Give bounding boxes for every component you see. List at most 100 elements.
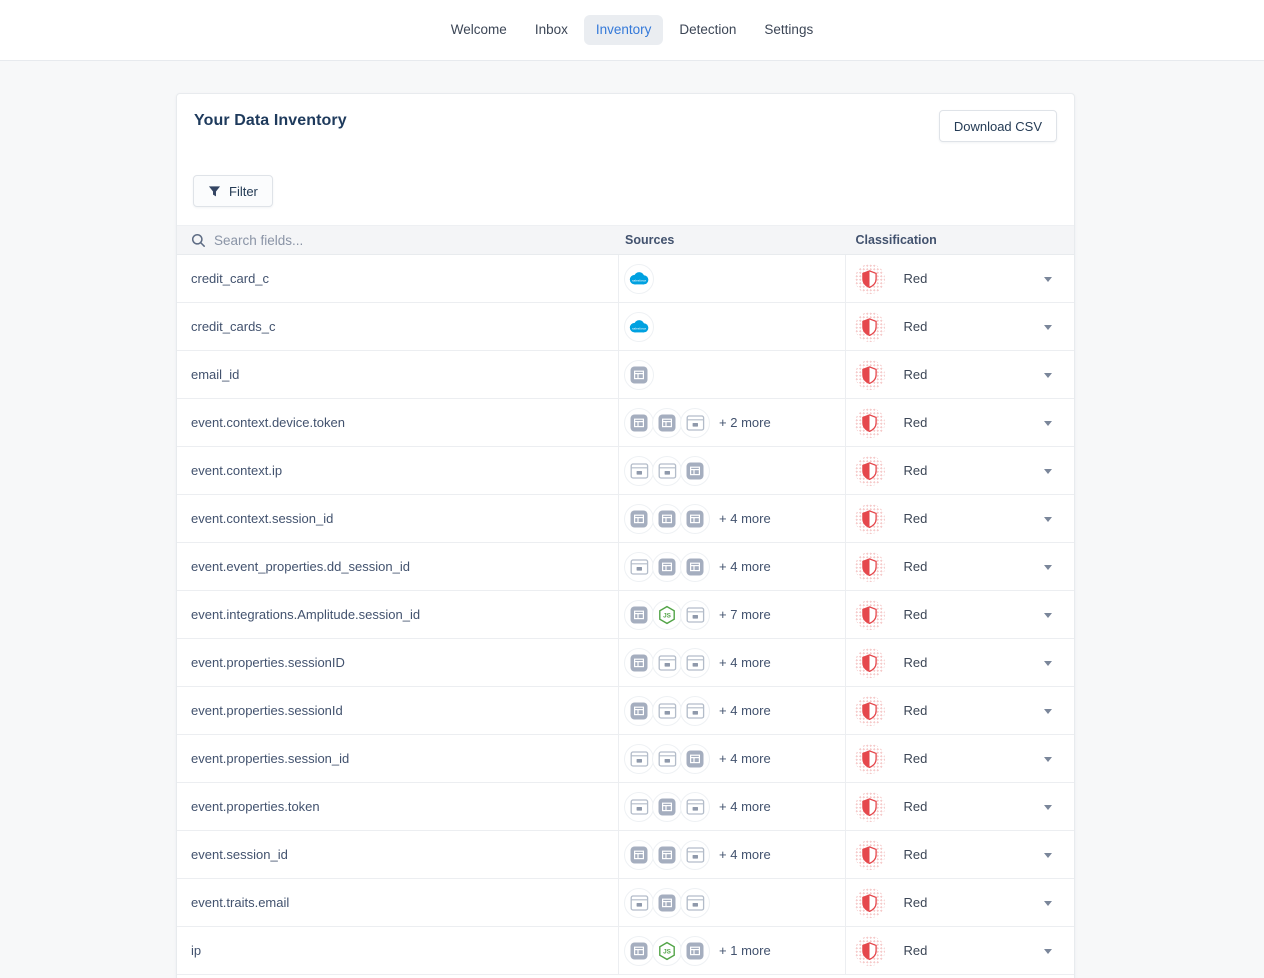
table-row[interactable]: event.properties.session_id + 4 more Red xyxy=(177,735,1074,783)
download-csv-button[interactable]: Download CSV xyxy=(939,110,1057,142)
more-sources-label: + 4 more xyxy=(719,655,771,670)
classification-label: Red xyxy=(904,463,928,478)
sources-cell xyxy=(619,351,846,398)
field-name: event.context.session_id xyxy=(177,495,619,542)
window-filled-icon xyxy=(624,648,654,678)
table-row[interactable]: event.properties.sessionID + 4 more Red xyxy=(177,639,1074,687)
classification-label: Red xyxy=(904,751,928,766)
tab-welcome[interactable]: Welcome xyxy=(439,15,519,45)
classification-select[interactable]: Red xyxy=(846,783,1074,830)
field-name: event.context.device.token xyxy=(177,399,619,446)
classification-label: Red xyxy=(904,895,928,910)
salesforce-icon: salesforce xyxy=(624,312,654,342)
classification-select[interactable]: Red xyxy=(846,255,1074,302)
table-row[interactable]: credit_card_c salesforce Red xyxy=(177,255,1074,303)
table-row[interactable]: event.properties.token+ 4 moreRed xyxy=(177,783,1074,831)
classification-cell: Red xyxy=(846,927,1074,974)
classification-select[interactable]: Red xyxy=(846,447,1074,494)
table-row[interactable]: event.event_properties.dd_session_id+ 4 … xyxy=(177,543,1074,591)
field-name: event.properties.sessionID xyxy=(177,639,619,686)
field-name: event.event_properties.dd_session_id xyxy=(177,543,619,590)
more-sources-label: + 4 more xyxy=(719,511,771,526)
shield-icon xyxy=(855,840,885,870)
page-title: Your Data Inventory xyxy=(194,112,347,130)
tab-inventory[interactable]: Inventory xyxy=(584,15,664,45)
table-row[interactable]: event.session_id + 4 more Red xyxy=(177,831,1074,879)
classification-label: Red xyxy=(904,367,928,382)
window-filled-icon xyxy=(680,744,710,774)
window-outline-icon xyxy=(624,744,654,774)
chevron-down-icon xyxy=(1044,853,1052,858)
classification-select[interactable]: Red xyxy=(846,735,1074,782)
classification-select[interactable]: Red xyxy=(846,591,1074,638)
table-row[interactable]: event.context.ip Red xyxy=(177,447,1074,495)
table-row[interactable]: credit_cards_csalesforce Red xyxy=(177,303,1074,351)
classification-select[interactable]: Red xyxy=(846,879,1074,926)
field-name: event.session_id xyxy=(177,831,619,878)
svg-text:salesforce: salesforce xyxy=(632,278,646,282)
window-filled-icon xyxy=(652,792,682,822)
table-row[interactable]: event.properties.sessionId+ 4 more Red xyxy=(177,687,1074,735)
shield-icon xyxy=(855,408,885,438)
chevron-down-icon xyxy=(1044,421,1052,426)
field-name: credit_cards_c xyxy=(177,303,619,350)
field-name: event.context.ip xyxy=(177,447,619,494)
classification-label: Red xyxy=(904,943,928,958)
sources-column-header: Sources xyxy=(619,226,845,254)
classification-cell: Red xyxy=(846,591,1074,638)
window-outline-icon xyxy=(652,696,682,726)
chevron-down-icon xyxy=(1044,517,1052,522)
window-filled-icon xyxy=(680,936,710,966)
more-sources-label: + 4 more xyxy=(719,799,771,814)
chevron-down-icon xyxy=(1044,277,1052,282)
classification-label: Red xyxy=(904,511,928,526)
classification-cell: Red xyxy=(846,495,1074,542)
classification-select[interactable]: Red xyxy=(846,303,1074,350)
field-name: event.properties.sessionId xyxy=(177,687,619,734)
filter-label: Filter xyxy=(229,184,258,199)
sources-cell xyxy=(619,879,846,926)
tab-settings[interactable]: Settings xyxy=(752,15,825,45)
window-outline-icon xyxy=(680,888,710,918)
classification-select[interactable]: Red xyxy=(846,927,1074,974)
classification-label: Red xyxy=(904,559,928,574)
classification-select[interactable]: Red xyxy=(846,495,1074,542)
classification-label: Red xyxy=(904,271,928,286)
chevron-down-icon xyxy=(1044,469,1052,474)
table-row[interactable]: event.integrations.Amplitude.session_idJ… xyxy=(177,591,1074,639)
window-filled-icon xyxy=(624,408,654,438)
more-sources-label: + 4 more xyxy=(719,751,771,766)
tab-detection[interactable]: Detection xyxy=(667,15,748,45)
table-row[interactable]: ipJS+ 1 moreRed xyxy=(177,927,1074,975)
classification-select[interactable]: Red xyxy=(846,351,1074,398)
classification-label: Red xyxy=(904,847,928,862)
search-input[interactable] xyxy=(214,233,514,248)
table-header: Sources Classification xyxy=(177,225,1074,255)
shield-icon xyxy=(855,360,885,390)
table-row[interactable]: event.context.device.token+ 2 moreRed xyxy=(177,399,1074,447)
table-row[interactable]: event.context.session_id + 4 more Red xyxy=(177,495,1074,543)
classification-label: Red xyxy=(904,703,928,718)
window-filled-icon xyxy=(652,408,682,438)
tab-inbox[interactable]: Inbox xyxy=(523,15,580,45)
field-name: credit_card_c xyxy=(177,255,619,302)
sources-cell: + 4 more xyxy=(619,735,846,782)
classification-cell: Red xyxy=(846,351,1074,398)
filter-button[interactable]: Filter xyxy=(193,175,273,207)
classification-select[interactable]: Red xyxy=(846,831,1074,878)
window-filled-icon xyxy=(624,696,654,726)
field-name: event.properties.session_id xyxy=(177,735,619,782)
shield-icon xyxy=(855,648,885,678)
classification-select[interactable]: Red xyxy=(846,543,1074,590)
table-row[interactable]: event.traits.emailRed xyxy=(177,879,1074,927)
window-filled-icon xyxy=(680,456,710,486)
classification-select[interactable]: Red xyxy=(846,399,1074,446)
classification-select[interactable]: Red xyxy=(846,639,1074,686)
chevron-down-icon xyxy=(1044,709,1052,714)
window-outline-icon xyxy=(652,456,682,486)
table-row[interactable]: email_idRed xyxy=(177,351,1074,399)
more-sources-label: + 4 more xyxy=(719,847,771,862)
window-filled-icon xyxy=(624,840,654,870)
sources-cell: + 4 more xyxy=(619,687,846,734)
classification-select[interactable]: Red xyxy=(846,687,1074,734)
